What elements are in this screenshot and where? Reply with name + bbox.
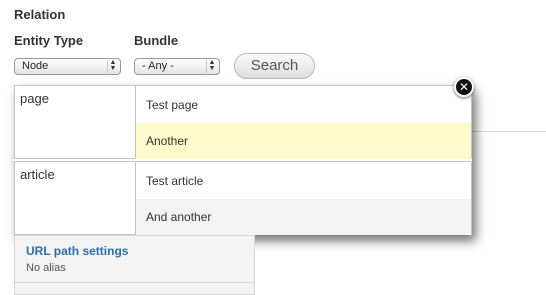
- url-alias-summary: No alias: [26, 262, 66, 274]
- search-button[interactable]: Search: [234, 53, 315, 79]
- bundle-value: - Any -: [142, 60, 174, 72]
- popup-group-page: page Test page Another: [14, 85, 472, 159]
- entity-type-label: Entity Type: [14, 33, 84, 48]
- bundle-select[interactable]: - Any - ▲ ▼: [134, 58, 220, 75]
- popup-item[interactable]: And another: [136, 199, 471, 235]
- popup-item[interactable]: Test article: [136, 163, 471, 199]
- select-arrows-icon: ▲ ▼: [107, 59, 118, 73]
- relation-heading: Relation: [14, 7, 66, 22]
- background-divider: [472, 131, 546, 132]
- entity-type-select[interactable]: Node ▲ ▼: [14, 58, 121, 75]
- group-items: Test article And another: [135, 162, 471, 235]
- url-path-settings-panel: URL path settings No alias: [14, 235, 255, 295]
- url-path-settings-link[interactable]: URL path settings: [26, 244, 128, 258]
- autocomplete-popup: page Test page Another article Test arti…: [14, 85, 472, 235]
- popup-item-highlighted[interactable]: Another: [136, 123, 471, 159]
- group-items: Test page Another: [135, 86, 471, 159]
- popup-group-article: article Test article And another: [14, 161, 472, 235]
- group-label: article: [20, 167, 55, 182]
- popup-item[interactable]: Test page: [136, 87, 471, 123]
- panel-divider: [15, 282, 254, 283]
- bundle-label: Bundle: [134, 33, 179, 48]
- close-icon[interactable]: ✕: [454, 77, 474, 97]
- entity-type-value: Node: [22, 60, 49, 72]
- group-label: page: [20, 91, 49, 106]
- select-arrows-icon: ▲ ▼: [206, 59, 217, 73]
